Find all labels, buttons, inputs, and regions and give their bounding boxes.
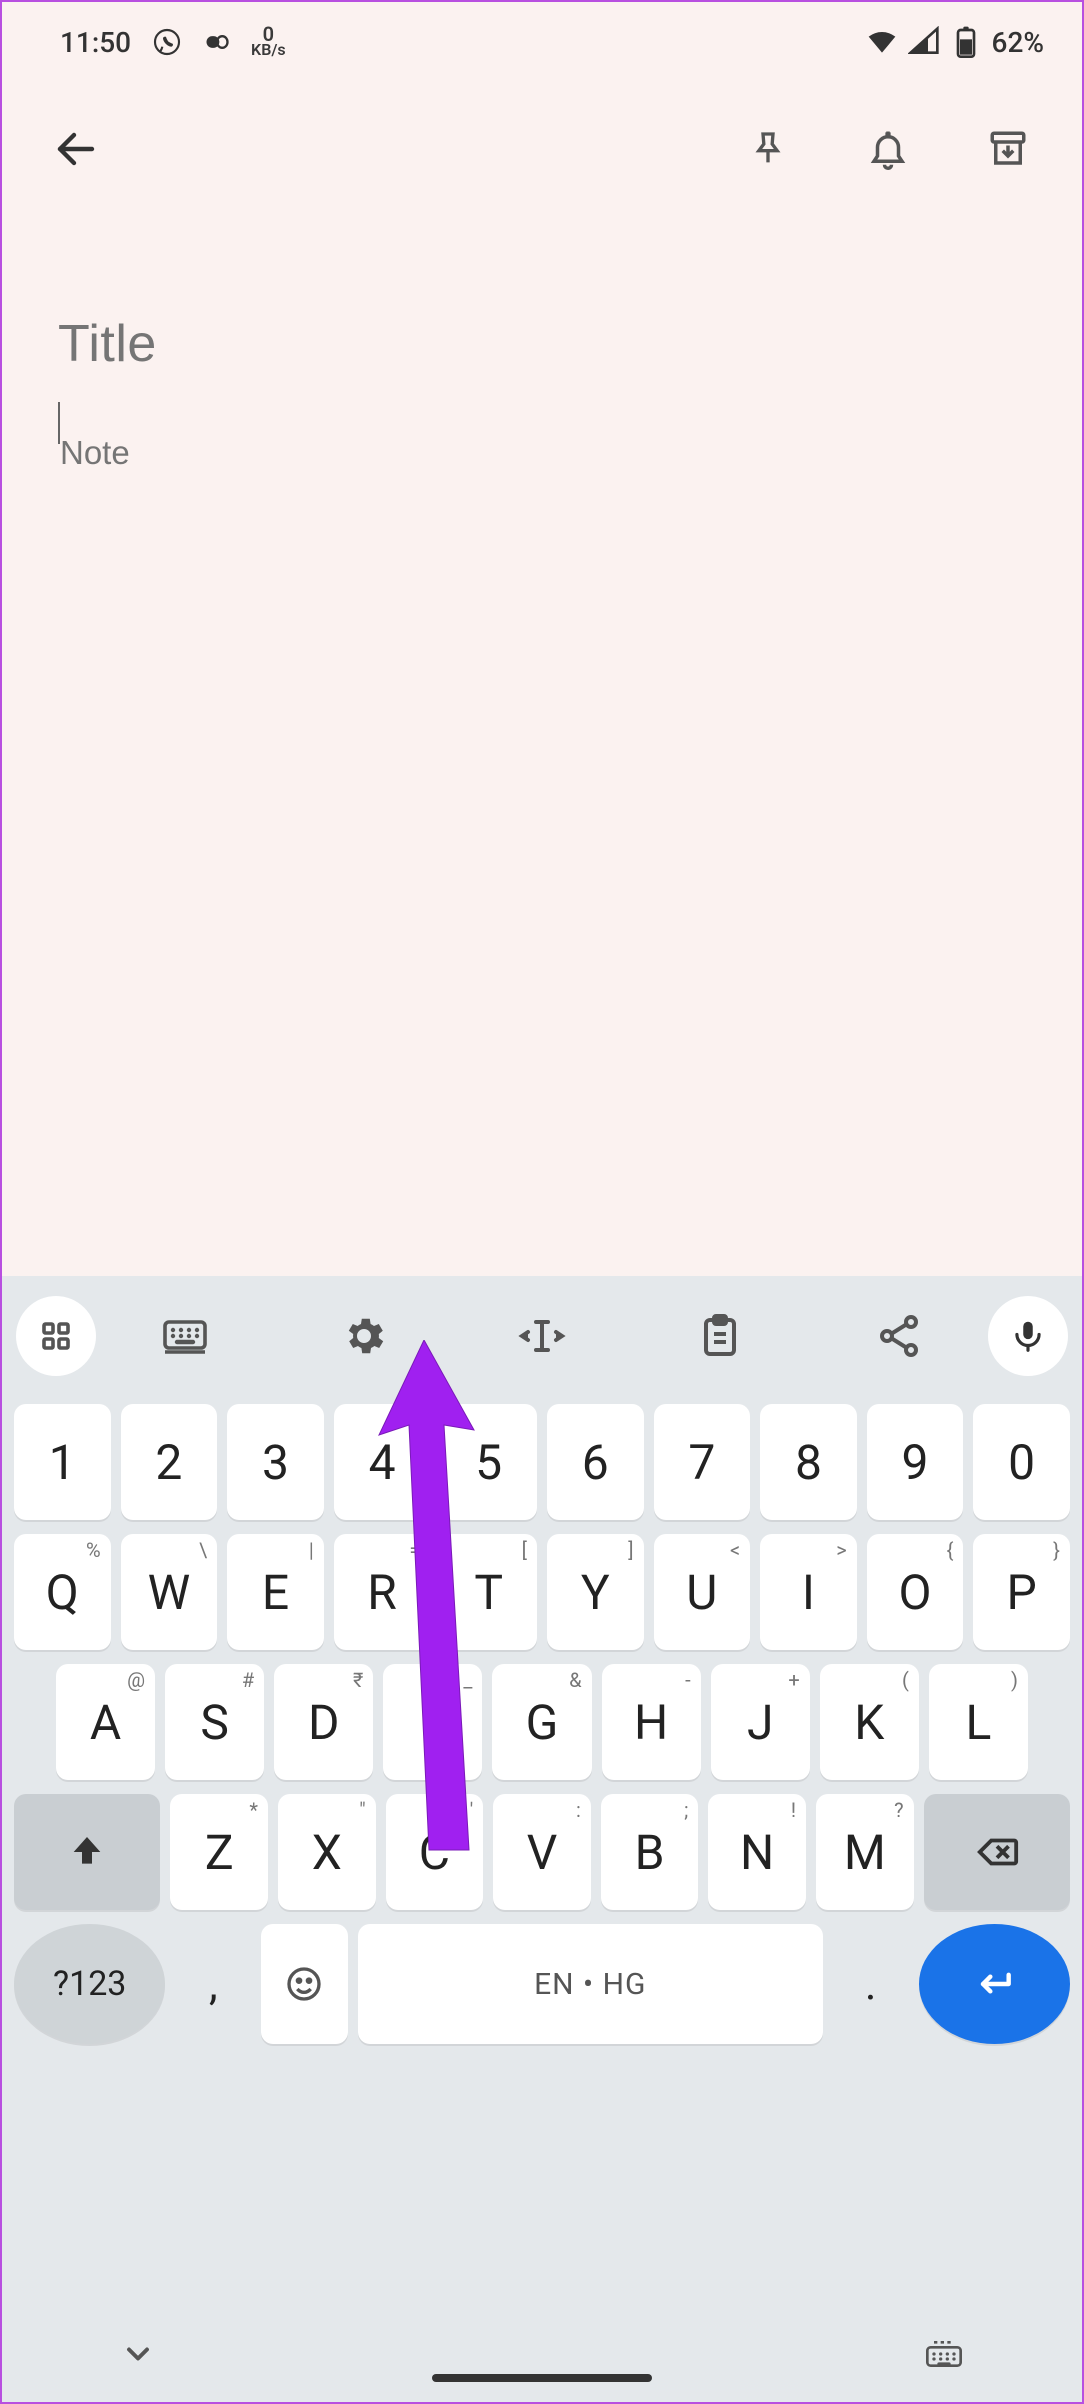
- status-bar: 11:50 0 KB/s 62%: [0, 0, 1084, 84]
- key-1[interactable]: 1: [14, 1404, 111, 1520]
- back-button[interactable]: [48, 121, 104, 177]
- key-7[interactable]: 7: [654, 1404, 751, 1520]
- battery-percent: 62%: [992, 26, 1044, 59]
- key-q[interactable]: Q%: [14, 1534, 111, 1650]
- key-g[interactable]: G&: [492, 1664, 591, 1780]
- key-4[interactable]: 4: [334, 1404, 431, 1520]
- note-editor[interactable]: [0, 214, 1084, 1276]
- wifi-icon: [866, 26, 898, 58]
- key-8[interactable]: 8: [760, 1404, 857, 1520]
- keyboard-textselect-button[interactable]: [453, 1312, 631, 1360]
- key-v[interactable]: V:: [493, 1794, 591, 1910]
- archive-button[interactable]: [980, 121, 1036, 177]
- key-b[interactable]: B;: [601, 1794, 699, 1910]
- key-o[interactable]: O{: [867, 1534, 964, 1650]
- pin-button[interactable]: [740, 121, 796, 177]
- key-n[interactable]: N!: [708, 1794, 806, 1910]
- keyboard-apps-button[interactable]: [16, 1296, 96, 1376]
- key-6[interactable]: 6: [547, 1404, 644, 1520]
- key-z[interactable]: Z*: [170, 1794, 268, 1910]
- key-l[interactable]: L): [929, 1664, 1028, 1780]
- nav-keyboard-switch-button[interactable]: [924, 2334, 964, 2378]
- emoji-key[interactable]: [261, 1924, 348, 2044]
- keyboard-layout-button[interactable]: [96, 1312, 274, 1360]
- key-u[interactable]: U<: [654, 1534, 751, 1650]
- keyboard-share-button[interactable]: [810, 1312, 988, 1360]
- note-body-input[interactable]: [58, 434, 1026, 472]
- nav-collapse-button[interactable]: [120, 2336, 156, 2376]
- key-j[interactable]: J+: [711, 1664, 810, 1780]
- key-c[interactable]: C': [386, 1794, 484, 1910]
- comma-key[interactable]: ,: [175, 1924, 251, 2044]
- key-h[interactable]: H-: [602, 1664, 701, 1780]
- status-time: 11:50: [60, 26, 131, 59]
- keyboard: 1234567890 Q%W\E|R=T[Y]U<I>O{P} A@S#D₹F_…: [0, 1276, 1084, 2404]
- pill-icon: [203, 26, 231, 58]
- whatsapp-icon: [151, 26, 183, 58]
- key-t[interactable]: T[: [440, 1534, 537, 1650]
- key-e[interactable]: E|: [227, 1534, 324, 1650]
- backspace-key[interactable]: [924, 1794, 1070, 1910]
- key-i[interactable]: I>: [760, 1534, 857, 1650]
- shift-key[interactable]: [14, 1794, 160, 1910]
- network-speed-indicator: 0 KB/s: [251, 27, 286, 57]
- enter-key[interactable]: [919, 1924, 1070, 2044]
- key-p[interactable]: P}: [973, 1534, 1070, 1650]
- note-title-input[interactable]: [58, 314, 1026, 374]
- key-a[interactable]: A@: [56, 1664, 155, 1780]
- keyboard-clipboard-button[interactable]: [631, 1312, 809, 1360]
- key-3[interactable]: 3: [227, 1404, 324, 1520]
- key-0[interactable]: 0: [973, 1404, 1070, 1520]
- nav-gesture-handle[interactable]: [432, 2374, 652, 2382]
- key-y[interactable]: Y]: [547, 1534, 644, 1650]
- key-9[interactable]: 9: [867, 1404, 964, 1520]
- key-d[interactable]: D₹: [274, 1664, 373, 1780]
- key-2[interactable]: 2: [121, 1404, 218, 1520]
- key-f[interactable]: F_: [383, 1664, 482, 1780]
- space-key[interactable]: EN • HG: [358, 1924, 823, 2044]
- keyboard-settings-button[interactable]: [274, 1312, 452, 1360]
- battery-icon: [950, 26, 982, 58]
- key-m[interactable]: M?: [816, 1794, 914, 1910]
- key-r[interactable]: R=: [334, 1534, 431, 1650]
- navigation-bar: [0, 2308, 1084, 2404]
- keyboard-toolbar: [0, 1276, 1084, 1396]
- keyboard-mic-button[interactable]: [988, 1296, 1068, 1376]
- app-toolbar: [0, 84, 1084, 214]
- reminder-button[interactable]: [860, 121, 916, 177]
- symbols-key[interactable]: ?123: [14, 1924, 165, 2044]
- key-5[interactable]: 5: [440, 1404, 537, 1520]
- key-w[interactable]: W\: [121, 1534, 218, 1650]
- period-key[interactable]: .: [833, 1924, 909, 2044]
- signal-icon: [908, 26, 940, 58]
- key-x[interactable]: X": [278, 1794, 376, 1910]
- key-k[interactable]: K(: [820, 1664, 919, 1780]
- key-s[interactable]: S#: [165, 1664, 264, 1780]
